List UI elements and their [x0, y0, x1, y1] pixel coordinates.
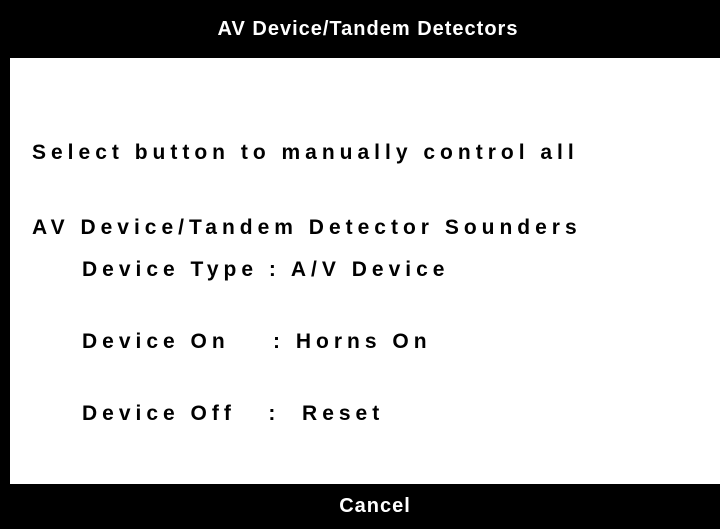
- window-title: AV Device/Tandem Detectors: [0, 0, 720, 58]
- device-type-line: Device Type : A/V Device: [82, 258, 450, 281]
- content-panel: Select button to manually control all AV…: [10, 58, 720, 484]
- device-info: Device Type : A/V Device Device On : Hor…: [82, 210, 449, 474]
- device-on-line: Device On : Horns On: [82, 330, 432, 353]
- cancel-button[interactable]: Cancel: [0, 484, 720, 529]
- instruction-line-1: Select button to manually control all: [32, 141, 579, 164]
- dialog-frame: AV Device/Tandem Detectors Select button…: [0, 0, 720, 529]
- device-off-line: Device Off : Reset: [82, 402, 385, 425]
